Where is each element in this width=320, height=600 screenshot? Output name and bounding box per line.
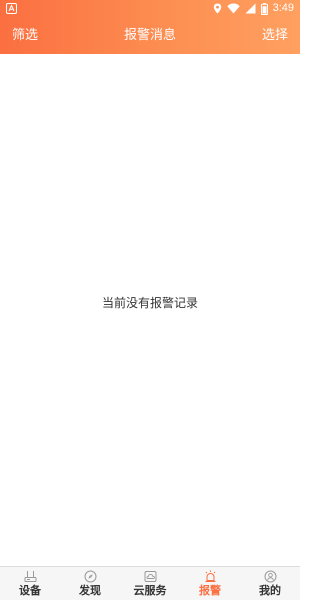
select-button[interactable]: 选择 xyxy=(262,27,288,45)
device-icon xyxy=(24,571,36,582)
nav-bar: 筛选 报警消息 选择 xyxy=(0,17,300,54)
tab-profile[interactable]: 我的 xyxy=(240,567,300,600)
status-time: 3:49 xyxy=(272,2,294,14)
wifi-icon xyxy=(226,3,240,14)
signal-icon xyxy=(245,3,256,14)
profile-icon xyxy=(264,570,276,583)
notification-icon xyxy=(6,3,17,14)
location-icon xyxy=(213,3,221,14)
tab-device[interactable]: 设备 xyxy=(0,567,60,600)
tab-discover[interactable]: 发现 xyxy=(60,567,120,600)
alarm-list: 当前没有报警记录 xyxy=(0,54,300,566)
page-title: 报警消息 xyxy=(123,28,176,43)
cloud-service-icon xyxy=(144,571,156,582)
alarm-icon xyxy=(205,570,215,582)
discover-icon xyxy=(84,570,96,583)
tab-label: 我的 xyxy=(259,584,281,597)
tab-label: 发现 xyxy=(79,584,101,597)
empty-state-text: 当前没有报警记录 xyxy=(101,296,198,310)
battery-icon xyxy=(260,2,268,15)
status-bar: 3:49 xyxy=(0,0,300,17)
tab-label: 云服务 xyxy=(133,584,167,597)
bottom-tab-bar: 设备 发现 云服务 报警 我的 xyxy=(0,566,300,600)
tab-label: 报警 xyxy=(199,584,221,597)
tab-cloud-service[interactable]: 云服务 xyxy=(120,567,180,600)
header-bar: 3:49 筛选 报警消息 选择 xyxy=(0,0,300,54)
tab-alarm[interactable]: 报警 xyxy=(180,567,240,600)
status-icons: 3:49 xyxy=(213,1,294,16)
tab-label: 设备 xyxy=(19,584,41,597)
